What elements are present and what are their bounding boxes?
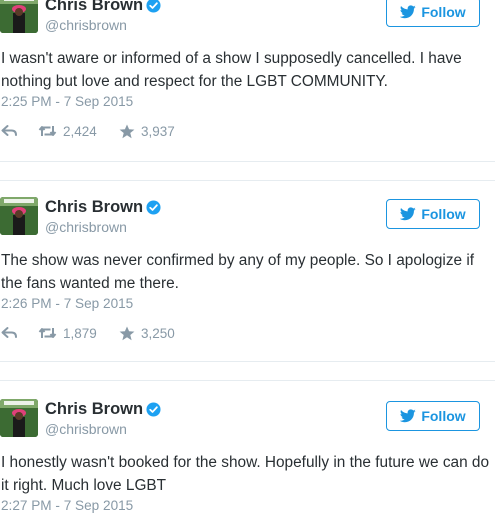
retweet-count: 2,424 xyxy=(63,123,97,139)
verified-badge-icon xyxy=(146,402,161,417)
avatar-image-icon xyxy=(0,0,38,33)
follow-button[interactable]: Follow xyxy=(386,199,480,229)
retweet-count: 1,879 xyxy=(63,325,97,341)
avatar-image-icon xyxy=(0,197,38,235)
like-button[interactable]: 3,250 xyxy=(119,324,175,342)
tweet-actions: 1,879 3,250 xyxy=(0,324,200,342)
like-count: 3,937 xyxy=(141,123,175,139)
follow-button[interactable]: Follow xyxy=(386,401,480,431)
twitter-bird-icon xyxy=(400,5,417,19)
reply-button[interactable] xyxy=(1,324,18,342)
follow-label: Follow xyxy=(421,408,466,424)
twitter-bird-icon xyxy=(400,409,417,423)
follow-label: Follow xyxy=(421,206,466,222)
display-name[interactable]: Chris Brown xyxy=(45,400,143,419)
reply-arrow-icon xyxy=(1,125,17,136)
tweet-text: The show was never confirmed by any of m… xyxy=(1,252,475,292)
retweet-icon xyxy=(38,328,57,338)
user-handle[interactable]: @chrisbrown xyxy=(45,421,127,437)
retweet-button[interactable]: 1,879 xyxy=(38,324,97,342)
reply-arrow-icon xyxy=(1,327,17,338)
star-icon xyxy=(119,326,135,340)
reply-button[interactable] xyxy=(1,122,18,140)
tweet-timestamp[interactable]: 2:25 PM - 7 Sep 2015 xyxy=(1,94,133,109)
like-button[interactable]: 3,937 xyxy=(119,122,175,140)
verified-badge-icon xyxy=(146,0,161,13)
avatar[interactable] xyxy=(0,0,38,33)
twitter-bird-icon xyxy=(400,207,417,221)
display-name[interactable]: Chris Brown xyxy=(45,0,143,15)
user-handle[interactable]: @chrisbrown xyxy=(45,17,127,33)
avatar-image-icon xyxy=(0,399,38,437)
tweet-divider xyxy=(0,361,495,381)
tweet-divider xyxy=(0,161,495,181)
tweet-timestamp[interactable]: 2:27 PM - 7 Sep 2015 xyxy=(1,498,133,513)
retweet-icon xyxy=(38,126,57,136)
tweet-feed: Chris Brown @chrisbrown Follow I wasn't … xyxy=(0,0,495,517)
retweet-button[interactable]: 2,424 xyxy=(38,122,97,140)
follow-button[interactable]: Follow xyxy=(386,0,480,27)
tweet-text: I wasn't aware or informed of a show I s… xyxy=(1,50,462,90)
verified-badge-icon xyxy=(146,200,161,215)
avatar[interactable] xyxy=(0,197,38,235)
star-icon xyxy=(119,124,135,138)
tweet-actions: 2,424 3,937 xyxy=(0,122,200,140)
follow-label: Follow xyxy=(421,4,466,20)
user-handle[interactable]: @chrisbrown xyxy=(45,219,127,235)
display-name[interactable]: Chris Brown xyxy=(45,198,143,217)
tweet-text: I honestly wasn't booked for the show. H… xyxy=(1,454,490,494)
tweet-timestamp[interactable]: 2:26 PM - 7 Sep 2015 xyxy=(1,296,133,311)
like-count: 3,250 xyxy=(141,325,175,341)
avatar[interactable] xyxy=(0,399,38,437)
